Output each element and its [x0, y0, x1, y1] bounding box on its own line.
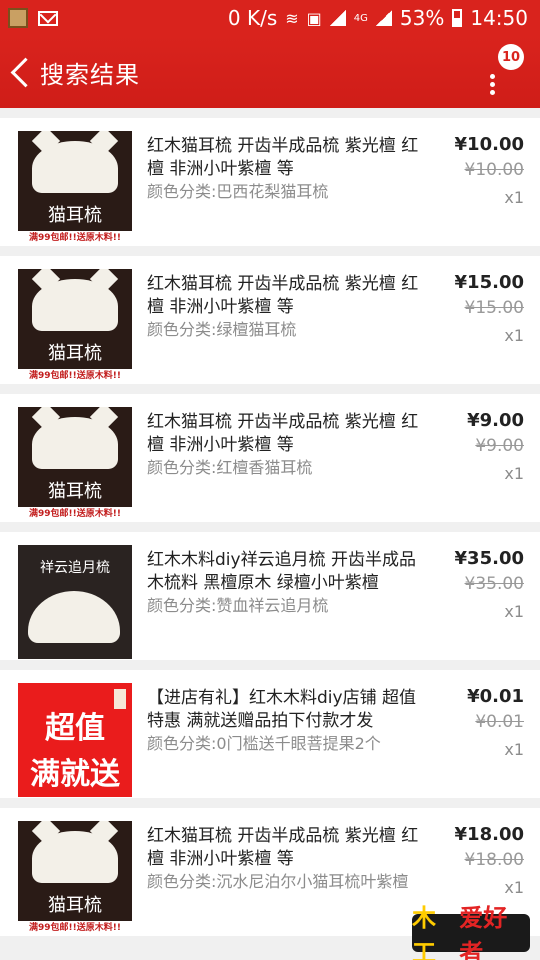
watermark-right: 爱好者 [459, 904, 508, 960]
product-quantity: x1 [504, 740, 524, 759]
product-price: ¥10.00 [454, 134, 524, 155]
status-bar: 0 K/s ≋ ▣ 4G 53% 14:50 [0, 0, 540, 36]
app-icon [8, 8, 28, 28]
product-variant: 颜色分类:绿檀猫耳梳 [147, 320, 297, 339]
product-thumbnail[interactable]: 猫耳梳 满99包邮!!送原木料!! [18, 407, 132, 521]
list-item[interactable]: 猫耳梳 满99包邮!!送原木料!! 红木猫耳梳 开齿半成品梳 紫光檀 红檀 非洲… [0, 118, 540, 246]
product-quantity: x1 [504, 326, 524, 345]
thumb-strip: 满99包邮!!送原木料!! [18, 921, 132, 935]
app-header: 搜索结果 10 [0, 36, 540, 108]
product-original-price: ¥35.00 [464, 574, 524, 594]
product-title[interactable]: 【进店有礼】红木木料diy店铺 超值特惠 满就送赠品拍下付款才发 [147, 687, 427, 733]
product-original-price: ¥18.00 [464, 850, 524, 870]
battery-percent: 53% [399, 6, 445, 30]
product-thumbnail[interactable]: 猫耳梳 满99包邮!!送原木料!! [18, 269, 132, 383]
product-thumbnail[interactable]: 猫耳梳 满99包邮!!送原木料!! [18, 821, 132, 935]
product-thumbnail[interactable]: 超值 满就送 [18, 683, 132, 797]
promo-line-2: 满就送 [30, 757, 120, 792]
product-quantity: x1 [504, 188, 524, 207]
watermark-left: 木工 [412, 904, 436, 960]
mail-icon [38, 10, 58, 26]
product-title[interactable]: 红木猫耳梳 开齿半成品梳 紫光檀 红檀 非洲小叶紫檀 等 [147, 273, 427, 319]
comb-image [32, 831, 118, 883]
comb-image [32, 417, 118, 469]
clock: 14:50 [470, 6, 528, 30]
thumb-strip: 满99包邮!!送原木料!! [18, 507, 132, 521]
comb-image [32, 141, 118, 193]
list-item[interactable]: 超值 满就送 【进店有礼】红木木料diy店铺 超值特惠 满就送赠品拍下付款才发 … [0, 670, 540, 798]
more-dots-icon [490, 74, 496, 96]
product-quantity: x1 [504, 878, 524, 897]
wifi-icon: ≋ [285, 8, 299, 28]
product-price: ¥18.00 [454, 824, 524, 845]
thumb-caption: 猫耳梳 [48, 895, 102, 916]
thumb-caption: 猫耳梳 [48, 205, 102, 226]
product-price: ¥9.00 [467, 410, 524, 431]
back-icon[interactable] [0, 36, 40, 108]
list-item[interactable]: 猫耳梳 满99包邮!!送原木料!! 红木猫耳梳 开齿半成品梳 紫光檀 红檀 非洲… [0, 256, 540, 384]
lte-label: 4G [353, 12, 368, 24]
list-item[interactable]: 祥云追月梳 红木木料diy祥云追月梳 开齿半成品木梳料 黑檀原木 绿檀小叶紫檀 … [0, 532, 540, 660]
product-original-price: ¥9.00 [475, 436, 524, 456]
message-icon: ▣ [306, 8, 322, 28]
page-title: 搜索结果 [40, 60, 140, 89]
thumb-strip: 满99包邮!!送原木料!! [18, 231, 132, 245]
comb-image [32, 279, 118, 331]
list-item[interactable]: 猫耳梳 满99包邮!!送原木料!! 红木猫耳梳 开齿半成品梳 紫光檀 红檀 非洲… [0, 394, 540, 522]
product-quantity: x1 [504, 464, 524, 483]
watermark-logo: 木工 爱好者 [412, 904, 530, 960]
product-title[interactable]: 红木猫耳梳 开齿半成品梳 紫光檀 红檀 非洲小叶紫檀 等 [147, 135, 427, 181]
notification-badge: 10 [498, 44, 524, 70]
signal-icon-2 [375, 10, 392, 26]
thumb-caption: 猫耳梳 [48, 343, 102, 364]
product-thumbnail[interactable]: 祥云追月梳 [18, 545, 132, 659]
product-variant: 颜色分类:红檀香猫耳梳 [147, 458, 313, 477]
product-title[interactable]: 红木猫耳梳 开齿半成品梳 紫光檀 红檀 非洲小叶紫檀 等 [147, 825, 427, 871]
signal-icon-1 [329, 10, 346, 26]
product-price: ¥0.01 [467, 686, 524, 707]
more-menu-button[interactable]: 10 [482, 44, 524, 100]
product-price: ¥15.00 [454, 272, 524, 293]
product-price: ¥35.00 [454, 548, 524, 569]
product-original-price: ¥15.00 [464, 298, 524, 318]
product-quantity: x1 [504, 602, 524, 621]
thumb-caption: 祥云追月梳 [40, 560, 110, 576]
promo-line-1: 超值 [45, 711, 105, 746]
product-variant: 颜色分类:赞血祥云追月梳 [147, 596, 329, 615]
net-speed: 0 K/s [227, 6, 278, 30]
thumb-strip: 满99包邮!!送原木料!! [18, 369, 132, 383]
product-variant: 颜色分类:巴西花梨猫耳梳 [147, 182, 329, 201]
product-variant: 颜色分类:0门槛送千眼菩提果2个 [147, 734, 381, 753]
product-original-price: ¥10.00 [464, 160, 524, 180]
product-variant: 颜色分类:沉水尼泊尔小猫耳梳叶紫檀 [147, 872, 409, 891]
search-results-list: 猫耳梳 满99包邮!!送原木料!! 红木猫耳梳 开齿半成品梳 紫光檀 红檀 非洲… [0, 118, 540, 946]
product-title[interactable]: 红木木料diy祥云追月梳 开齿半成品木梳料 黑檀原木 绿檀小叶紫檀 [147, 549, 427, 595]
battery-icon [452, 9, 463, 27]
product-thumbnail[interactable]: 猫耳梳 满99包邮!!送原木料!! [18, 131, 132, 245]
product-original-price: ¥0.01 [475, 712, 524, 732]
comb-image [28, 591, 120, 643]
thumb-caption: 猫耳梳 [48, 481, 102, 502]
product-title[interactable]: 红木猫耳梳 开齿半成品梳 紫光檀 红檀 非洲小叶紫檀 等 [147, 411, 427, 457]
